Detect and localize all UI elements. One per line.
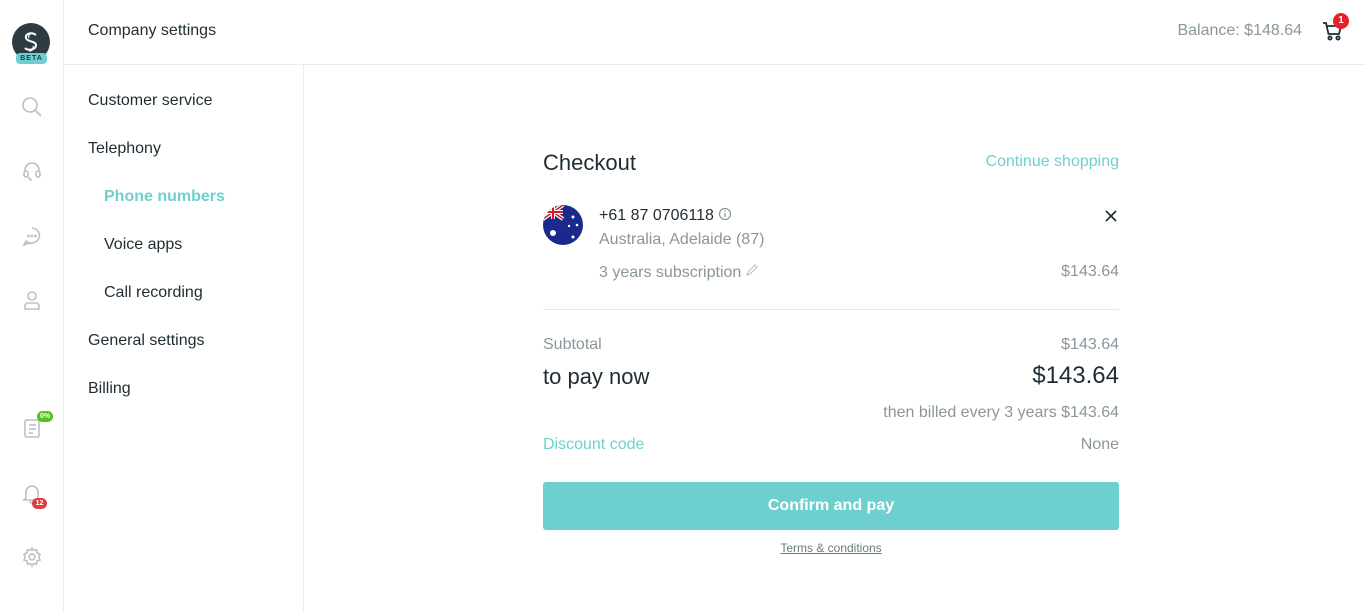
menu-item-phone-numbers[interactable]: Phone numbers — [104, 188, 225, 206]
menu-item-telephony[interactable]: Telephony — [88, 140, 161, 158]
phone-number-text: +61 87 0706118 — [599, 207, 714, 224]
checkout-title: Checkout — [543, 150, 636, 175]
logo-mark-icon — [24, 32, 38, 52]
cart-count-badge: 1 — [1333, 13, 1349, 29]
subtotal-label: Subtotal — [543, 336, 602, 353]
subtotal-value: $143.64 — [1061, 336, 1119, 353]
menu-item-general-settings[interactable]: General settings — [88, 332, 205, 350]
report-progress-badge: 0% — [37, 411, 54, 422]
icon-rail: BETA 0% 12 — [0, 0, 64, 613]
discount-value: None — [1080, 436, 1119, 453]
search-icon[interactable] — [20, 95, 44, 119]
pay-now-label: to pay now — [543, 364, 650, 389]
headset-icon[interactable] — [20, 159, 44, 183]
confirm-and-pay-button[interactable]: Confirm and pay — [543, 482, 1119, 530]
cart-button[interactable]: 1 — [1318, 13, 1349, 46]
remove-item-close-icon[interactable] — [1103, 208, 1119, 224]
app-logo[interactable]: BETA — [12, 23, 52, 64]
checkout-panel: Checkout Continue shopping +61 87 070611… — [543, 140, 1119, 570]
info-icon[interactable] — [718, 207, 732, 221]
menu-item-call-recording[interactable]: Call recording — [104, 284, 203, 302]
page-title: Company settings — [88, 22, 217, 39]
number-location: Australia, Adelaide (87) — [599, 231, 765, 248]
user-icon[interactable] — [20, 288, 44, 312]
balance-display: Balance: $148.64 — [1177, 22, 1302, 39]
subscription-period[interactable]: 3 years subscription — [599, 263, 759, 282]
notifications-badge: 12 — [32, 498, 47, 509]
pencil-icon[interactable] — [745, 263, 759, 277]
top-header: Company settings Balance: $148.64 1 — [64, 0, 1366, 65]
billing-note: then billed every 3 years $143.64 — [883, 404, 1119, 421]
divider — [543, 309, 1119, 310]
menu-item-voice-apps[interactable]: Voice apps — [104, 236, 182, 254]
pay-now-value: $143.64 — [1032, 362, 1119, 389]
terms-link[interactable]: Terms & conditions — [780, 541, 881, 555]
menu-item-customer-service[interactable]: Customer service — [88, 92, 212, 110]
gear-icon[interactable] — [20, 545, 44, 569]
item-price: $143.64 — [1061, 263, 1119, 280]
continue-shopping-link[interactable]: Continue shopping — [986, 153, 1119, 171]
terms-wrapper: Terms & conditions — [543, 539, 1119, 557]
beta-tag: BETA — [16, 53, 47, 64]
settings-menu: Customer service Telephony Phone numbers… — [64, 65, 304, 613]
australia-flag-icon — [543, 205, 583, 245]
chat-icon[interactable] — [20, 224, 44, 248]
subscription-label: 3 years subscription — [599, 264, 742, 281]
discount-code-link[interactable]: Discount code — [543, 436, 644, 454]
phone-number: +61 87 0706118 — [599, 207, 732, 225]
menu-item-billing[interactable]: Billing — [88, 380, 131, 398]
